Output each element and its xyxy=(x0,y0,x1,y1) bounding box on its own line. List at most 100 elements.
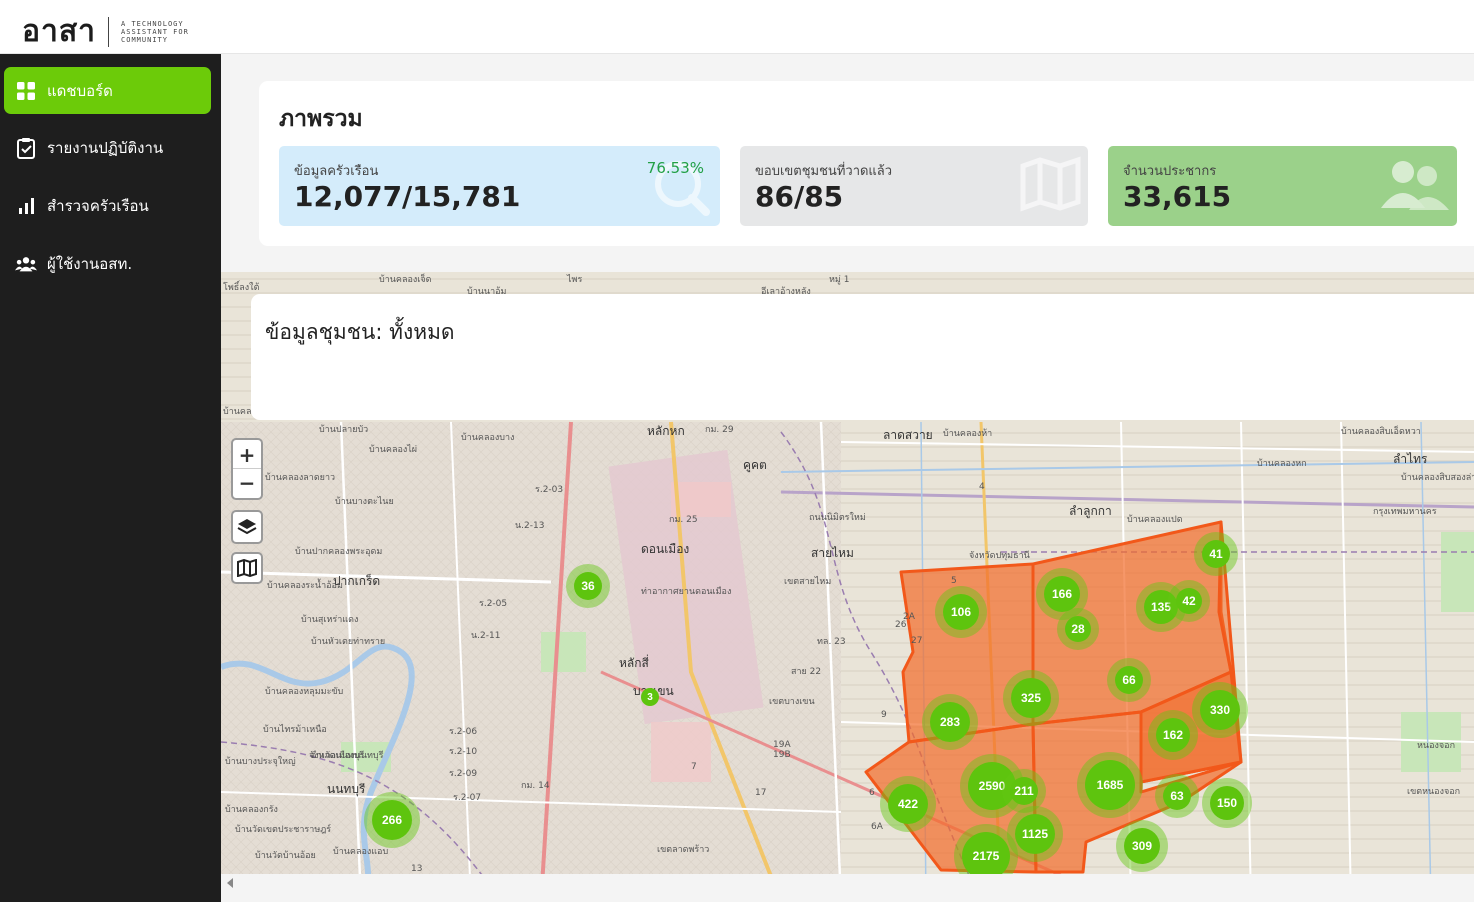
map-label: 13 xyxy=(411,864,423,874)
top-bar: อาสา A TECHNOLOGY ASSISTANT FOR COMMUNIT… xyxy=(0,0,1474,54)
map-label: 9 xyxy=(881,710,887,720)
map-label: ร.2-07 xyxy=(453,793,482,803)
map-label: บ้านคลองแอบ xyxy=(333,847,389,857)
map-label: บ้านบางตะไนย xyxy=(335,497,394,507)
map-cluster-marker[interactable]: 309 xyxy=(1116,820,1168,872)
map-label: บ้านวัดเขตประชาราษฎร์ xyxy=(235,825,332,835)
zoom-out-button[interactable]: − xyxy=(233,469,261,497)
map-cluster-marker[interactable]: 3 xyxy=(641,688,659,706)
map-label: บ้านคลองระน้ำอ้อม xyxy=(267,581,343,591)
overview-card: ภาพรวม ข้อมูลครัวเรือน 76.53% 12,077/15,… xyxy=(259,81,1474,246)
map-label: นนทบุรี xyxy=(327,782,366,796)
stat-label: จำนวนประชากร xyxy=(1123,164,1217,179)
overview-title: ภาพรวม xyxy=(279,106,363,132)
map-label: หมู่ 1 xyxy=(829,275,850,285)
map-cluster-marker[interactable]: 42 xyxy=(1168,580,1210,622)
map-cluster-marker[interactable]: 1125 xyxy=(1007,806,1063,862)
map-label: บ้านคลองเจ็ด xyxy=(379,275,432,285)
map-cluster-marker[interactable]: 106 xyxy=(935,586,987,638)
map-label: 19B xyxy=(773,750,791,760)
map-label: บ้านบางประจุใหญ่ xyxy=(225,757,296,767)
stat-value: 86/85 xyxy=(755,180,844,213)
logo-divider xyxy=(108,16,110,47)
map-label: ร.2-09 xyxy=(449,769,478,779)
stat-label: ขอบเขตชุมชนที่วาดแล้ว xyxy=(755,164,893,179)
sidebar-item-users[interactable]: ผู้ใช้งานอสท. xyxy=(4,240,211,287)
sidebar-item-household-survey[interactable]: สำรวจครัวเรือน xyxy=(4,182,211,229)
map-cluster-marker[interactable]: 211 xyxy=(1002,769,1046,813)
layers-button[interactable] xyxy=(231,510,263,544)
map-cluster-marker[interactable]: 166 xyxy=(1036,568,1088,620)
map-cluster-marker[interactable]: 422 xyxy=(880,776,936,832)
scroll-left-icon[interactable] xyxy=(225,877,235,889)
map-cluster-marker[interactable]: 330 xyxy=(1192,682,1248,738)
map-label: ดอนเมือง xyxy=(641,542,690,556)
community-map[interactable]: หลักหก กม. 29 คูคต ลาดสวาย บ้านคลองห้า ส… xyxy=(221,272,1474,902)
map-label: คูคต xyxy=(743,458,767,472)
map-cluster-marker[interactable]: 63 xyxy=(1155,774,1199,818)
map-label: เขตลาดพร้าว xyxy=(657,845,710,855)
map-label: โพธิ์ลงใต้ xyxy=(223,283,260,293)
map-cluster-marker[interactable]: 66 xyxy=(1107,658,1151,702)
zoom-in-button[interactable]: + xyxy=(233,441,261,469)
map-label: ร.2-06 xyxy=(449,727,478,737)
layers-icon xyxy=(237,519,257,535)
map-label: สายไหม xyxy=(811,546,854,560)
map-cluster-marker[interactable]: 1685 xyxy=(1077,752,1143,818)
map-cluster-marker[interactable]: 162 xyxy=(1148,710,1198,760)
main-content: หลักหก กม. 29 คูคต ลาดสวาย บ้านคลองห้า ส… xyxy=(221,54,1474,902)
basemap-button[interactable] xyxy=(231,552,263,584)
map-label: บ้านสุเหร่าแดง xyxy=(301,615,359,625)
logo[interactable]: อาสา A TECHNOLOGY ASSISTANT FOR COMMUNIT… xyxy=(22,8,201,55)
map-icon xyxy=(1020,156,1081,212)
map-label: บ้านหัวเตยท่าทราย xyxy=(311,637,386,647)
stat-card-households[interactable]: ข้อมูลครัวเรือน 76.53% 12,077/15,781 xyxy=(279,146,720,226)
map-cluster-marker[interactable]: 28 xyxy=(1057,608,1099,650)
map-label: น.2-13 xyxy=(515,521,545,531)
map-cluster-marker[interactable]: 325 xyxy=(1003,670,1059,726)
sidebar-item-work-report[interactable]: รายงานปฏิบัติงาน xyxy=(4,124,211,171)
map-label: จังหวัดปทุมธานี xyxy=(969,551,1030,561)
horizontal-scrollbar[interactable] xyxy=(221,874,1474,902)
map-label: บ้านคลองหลุมมะขับ xyxy=(265,687,344,697)
zoom-control: + − xyxy=(231,438,263,500)
map-label: บ้านปลายบัว xyxy=(319,425,369,435)
map-label: บ้านคลองบาง xyxy=(461,433,515,443)
map-label: 5 xyxy=(951,576,957,586)
map-cluster-marker[interactable]: 266 xyxy=(364,792,420,848)
stat-label: ข้อมูลครัวเรือน xyxy=(294,164,379,179)
map-label: เขตหนองจอก xyxy=(1407,787,1461,797)
map-cluster-marker[interactable]: 41 xyxy=(1194,532,1238,576)
map-label: บ้านคลองสิบสองล่าง xyxy=(1401,473,1474,483)
map-label: ทล. 23 xyxy=(817,637,846,647)
map-cluster-marker[interactable]: 150 xyxy=(1202,778,1252,828)
map-label: เขตบางเขน xyxy=(769,697,815,707)
map-label: ไพร xyxy=(567,275,583,285)
map-label: ร.2-05 xyxy=(479,599,508,609)
community-info-card: ข้อมูลชุมชน: ทั้งหมด xyxy=(251,294,1474,420)
map-label: บ้านคลองลาดยาว xyxy=(265,473,336,483)
map-cluster-marker[interactable]: 36 xyxy=(566,564,610,608)
map-label: 4 xyxy=(979,482,985,492)
map-label: บ้านคลองหก xyxy=(1257,459,1307,469)
map-label: ร.2-03 xyxy=(535,485,564,495)
map-label: ลำไทร xyxy=(1393,452,1428,466)
stat-card-boundaries[interactable]: ขอบเขตชุมชนที่วาดแล้ว 86/85 xyxy=(740,146,1088,226)
map-label: ร.2-10 xyxy=(449,747,478,757)
community-title: ข้อมูลชุมชน: ทั้งหมด xyxy=(265,320,455,344)
map-cluster-marker[interactable]: 283 xyxy=(922,694,978,750)
map-label: เขตสายไหม xyxy=(784,577,832,587)
map-label: กม. 25 xyxy=(669,515,698,525)
sidebar-item-dashboard[interactable]: แดชบอร์ด xyxy=(4,67,211,114)
clipboard-icon xyxy=(15,137,37,159)
map-cluster-marker[interactable]: 2175 xyxy=(954,824,1018,888)
stat-card-population[interactable]: จำนวนประชากร 33,615 xyxy=(1108,146,1457,226)
bar-chart-icon xyxy=(15,195,37,217)
map-label: 27 xyxy=(911,636,923,646)
logo-tagline: A TECHNOLOGY ASSISTANT FOR COMMUNITY xyxy=(121,19,189,44)
map-label: 2A xyxy=(903,612,915,622)
sidebar: แดชบอร์ด รายงานปฏิบัติงาน สำรวจครัวเรือน… xyxy=(0,54,221,902)
map-label: หลักสี่ xyxy=(619,656,649,670)
map-label: อำเภอเมืองนนทบุรี xyxy=(311,751,384,761)
map-label: น.2-11 xyxy=(471,631,501,641)
